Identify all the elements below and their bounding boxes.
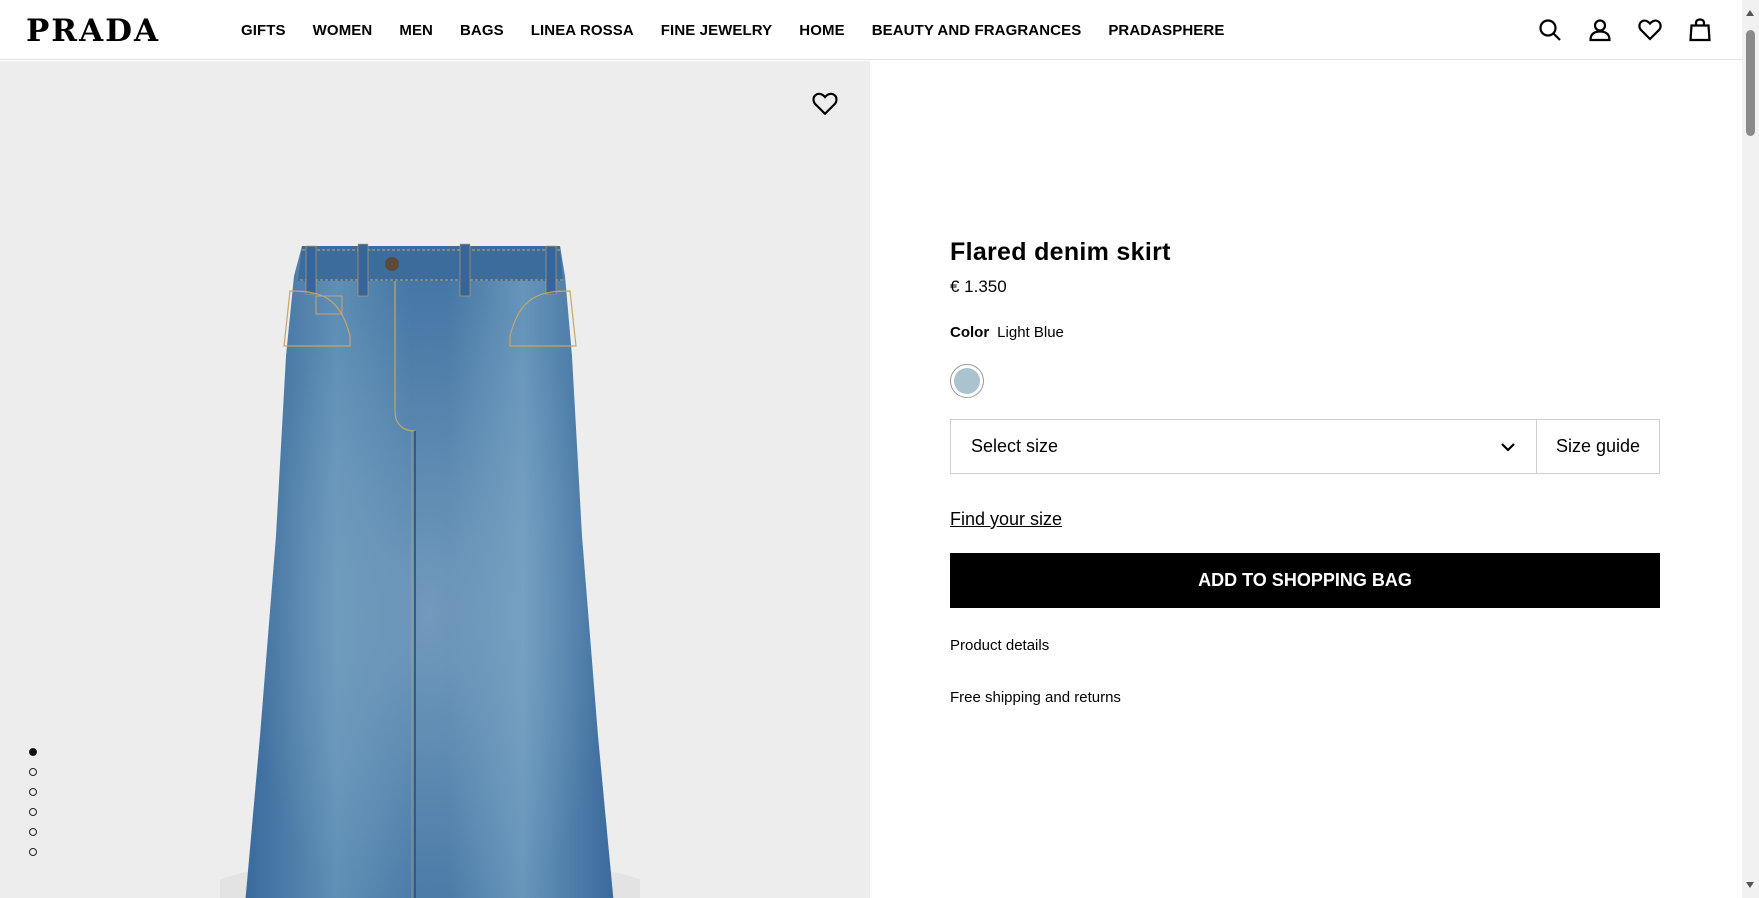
header-icon-group <box>1536 16 1714 44</box>
nav-item-gifts[interactable]: GIFTS <box>241 22 286 39</box>
color-row: Color Light Blue <box>950 323 1660 343</box>
free-shipping-returns-toggle[interactable]: Free shipping and returns <box>950 688 1660 708</box>
color-value: Light Blue <box>997 324 1064 341</box>
product-details-toggle[interactable]: Product details <box>950 636 1660 656</box>
gallery-pagination <box>29 748 37 856</box>
size-select-label: Select size <box>971 436 1059 456</box>
color-label: Color <box>950 324 990 341</box>
scroll-thumb[interactable] <box>1746 30 1755 136</box>
product-title: Flared denim skirt <box>950 238 1171 266</box>
color-swatch-light-blue[interactable] <box>950 364 984 398</box>
product-info-panel: Flared denim skirt € 1.350 Color Light Bl… <box>950 236 1660 708</box>
scroll-down-arrow-icon[interactable] <box>1746 882 1754 888</box>
scroll-up-arrow-icon[interactable] <box>1746 10 1754 16</box>
account-icon[interactable] <box>1586 16 1614 44</box>
nav-item-men[interactable]: MEN <box>399 22 433 39</box>
search-icon[interactable] <box>1536 16 1564 44</box>
size-select-dropdown[interactable]: Select size <box>951 420 1536 473</box>
nav-item-home[interactable]: HOME <box>799 22 844 39</box>
size-selector-row: Select size Size guide <box>950 419 1660 474</box>
swatch-fill <box>954 368 980 394</box>
gallery-dot[interactable] <box>29 828 37 836</box>
site-header: PRADA GIFTS WOMEN MEN BAGS LINEA ROSSA F… <box>0 0 1742 60</box>
add-to-shopping-bag-button[interactable]: ADD TO SHOPPING BAG <box>950 553 1660 608</box>
size-guide-button[interactable]: Size guide <box>1536 420 1659 473</box>
product-price: € 1.350 <box>950 277 1007 296</box>
main-nav: GIFTS WOMEN MEN BAGS LINEA ROSSA FINE JE… <box>241 0 1251 60</box>
shopping-bag-icon[interactable] <box>1686 16 1714 44</box>
product-image-panel <box>0 61 870 898</box>
page-scrollbar[interactable] <box>1742 0 1759 898</box>
find-your-size-link[interactable]: Find your size <box>950 509 1062 530</box>
nav-item-linea-rossa[interactable]: LINEA ROSSA <box>531 22 634 39</box>
nav-item-bags[interactable]: BAGS <box>460 22 504 39</box>
nav-item-beauty-and-fragrances[interactable]: BEAUTY AND FRAGRANCES <box>872 22 1082 39</box>
prada-logo[interactable]: PRADA <box>26 14 160 48</box>
wishlist-icon[interactable] <box>1636 16 1664 44</box>
gallery-dot[interactable] <box>29 768 37 776</box>
gallery-dot[interactable] <box>29 808 37 816</box>
nav-item-fine-jewelry[interactable]: FINE JEWELRY <box>661 22 773 39</box>
denim-skirt-image <box>220 243 640 898</box>
gallery-dot[interactable] <box>29 788 37 796</box>
chevron-down-icon <box>1500 436 1516 457</box>
nav-item-women[interactable]: WOMEN <box>313 22 373 39</box>
nav-item-pradasphere[interactable]: PRADASPHERE <box>1108 22 1224 39</box>
add-to-wishlist-heart-icon[interactable] <box>812 91 838 117</box>
gallery-dot[interactable] <box>29 848 37 856</box>
gallery-dot[interactable] <box>29 748 37 756</box>
